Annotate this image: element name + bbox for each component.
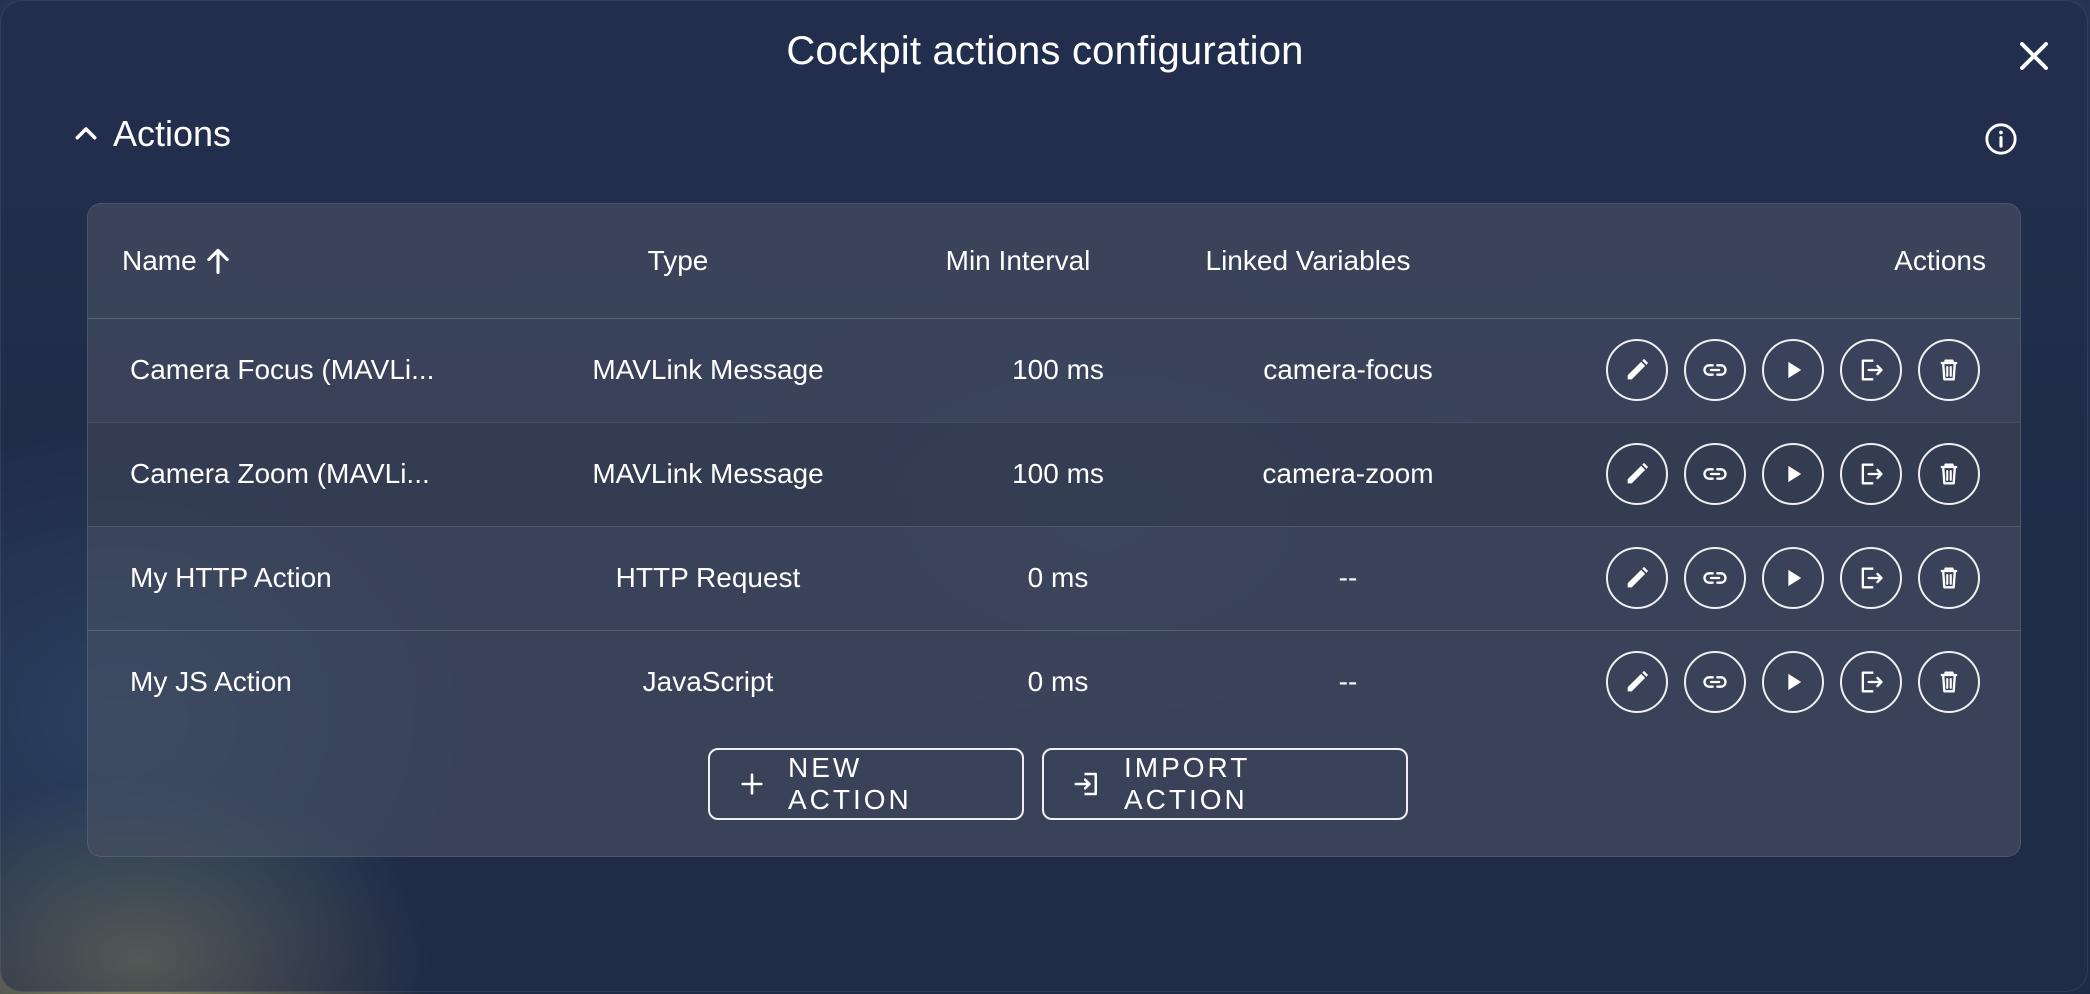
row-action-buttons [1606,318,1980,422]
link-action-button[interactable] [1684,443,1746,505]
new-action-button[interactable]: NEW ACTION [708,748,1024,820]
pencil-icon [1627,462,1649,484]
row-name: Camera Focus (MAVLi... [130,354,435,385]
import-action-label: IMPORT ACTION [1124,752,1250,815]
export-icon [1861,567,1883,589]
play-icon [1788,465,1802,483]
row-linked-variables: camera-zoom [1262,458,1434,489]
row-min-interval: 100 ms [1012,458,1104,489]
header-type: Type [647,245,709,276]
delete-action-button[interactable] [1918,547,1980,609]
header-actions: Actions [1894,245,1986,276]
actions-config-dialog: Cockpit actions configuration Actions Na… [0,0,2088,992]
info-button[interactable] [1981,119,2021,159]
table-row: Camera Focus (MAVLi... MAVLink Message 100… [88,318,2020,423]
export-action-button[interactable] [1840,443,1902,505]
edit-action-button[interactable] [1606,339,1668,401]
section-title: Actions [113,113,232,154]
new-action-label: NEW ACTION [788,752,912,815]
row-type: MAVLink Message [592,458,824,489]
close-icon [2020,42,2048,70]
row-min-interval: 100 ms [1012,354,1104,385]
actions-section-toggle[interactable]: Actions [71,113,231,155]
pencil-icon [1627,358,1649,380]
row-name: My JS Action [130,666,292,697]
link-icon [1703,364,1727,376]
row-min-interval: 0 ms [1027,562,1089,593]
link-icon [1703,676,1727,688]
export-action-button[interactable] [1840,547,1902,609]
row-linked-variables: -- [1338,666,1358,697]
table-header: Name Type Min Interval Linked Variables … [88,204,2020,319]
table-footer: NEW ACTION IMPORT ACTION [88,748,2020,820]
pencil-icon [1627,670,1649,692]
row-name: Camera Zoom (MAVLi... [130,458,430,489]
row-linked-variables: -- [1338,562,1358,593]
play-icon [1788,569,1802,587]
delete-action-button[interactable] [1918,443,1980,505]
header-linked-variables: Linked Variables [1205,245,1411,276]
table-row: My JS Action JavaScript 0 ms -- [88,630,2020,734]
plus-icon [741,773,763,795]
delete-action-button[interactable] [1918,339,1980,401]
actions-table: Name Type Min Interval Linked Variables … [87,203,2021,857]
row-action-buttons [1606,630,1980,734]
table-row: Camera Zoom (MAVLi... MAVLink Message 100 … [88,422,2020,527]
run-action-button[interactable] [1762,339,1824,401]
edit-action-button[interactable] [1606,547,1668,609]
export-icon [1861,671,1883,693]
header-name-sort[interactable]: Name [122,204,235,318]
row-name: My HTTP Action [130,562,332,593]
dialog-title: Cockpit actions configuration [786,29,1304,73]
link-icon [1703,468,1727,480]
edit-action-button[interactable] [1606,651,1668,713]
run-action-button[interactable] [1762,651,1824,713]
close-button[interactable] [2009,31,2059,81]
play-icon [1788,361,1802,379]
run-action-button[interactable] [1762,443,1824,505]
row-action-buttons [1606,526,1980,630]
import-icon [1074,772,1097,796]
link-action-button[interactable] [1684,339,1746,401]
row-type: MAVLink Message [592,354,824,385]
play-icon [1788,673,1802,691]
row-action-buttons [1606,422,1980,526]
link-action-button[interactable] [1684,547,1746,609]
trash-icon [1940,359,1958,381]
pencil-icon [1627,566,1649,588]
export-action-button[interactable] [1840,339,1902,401]
export-icon [1861,359,1883,381]
delete-action-button[interactable] [1918,651,1980,713]
row-type: JavaScript [642,666,774,697]
table-row: My HTTP Action HTTP Request 0 ms -- [88,526,2020,631]
info-icon [1985,123,2017,155]
link-icon [1703,572,1727,584]
trash-icon [1940,567,1958,589]
header-min-interval: Min Interval [945,245,1091,276]
trash-icon [1940,671,1958,693]
row-min-interval: 0 ms [1027,666,1089,697]
link-action-button[interactable] [1684,651,1746,713]
trash-icon [1940,463,1958,485]
row-type: HTTP Request [615,562,801,593]
edit-action-button[interactable] [1606,443,1668,505]
run-action-button[interactable] [1762,547,1824,609]
export-icon [1861,463,1883,485]
export-action-button[interactable] [1840,651,1902,713]
arrow-up-icon [206,248,229,274]
header-name: Name [122,245,197,276]
row-linked-variables: camera-focus [1263,354,1433,385]
import-action-button[interactable]: IMPORT ACTION [1042,748,1408,820]
chevron-up-icon [75,127,97,140]
